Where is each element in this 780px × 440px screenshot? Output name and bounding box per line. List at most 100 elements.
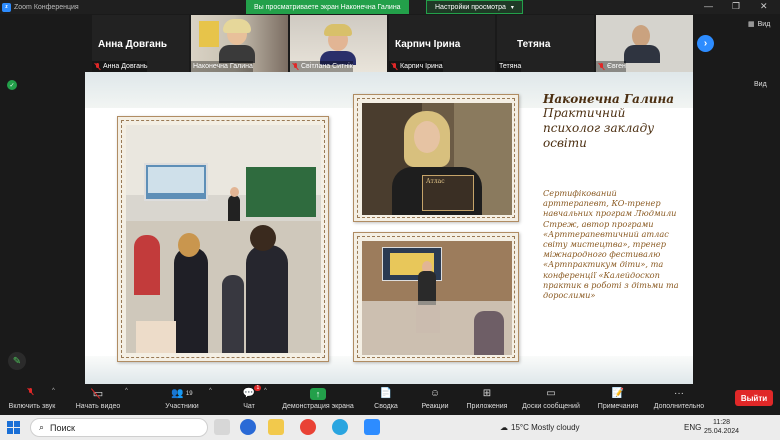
student-head xyxy=(178,233,200,257)
participant-hair xyxy=(223,19,251,33)
participant-tile-video[interactable]: Євген xyxy=(596,15,693,72)
reactions-button-label: Реакции xyxy=(421,403,449,410)
view-button[interactable]: ▦ Вид xyxy=(748,20,771,29)
summary-button[interactable]: 📄 Сводка xyxy=(370,386,402,410)
participants-count: 19 xyxy=(185,390,193,397)
participant-tile-video[interactable]: Світлана Ситнік xyxy=(290,15,387,72)
grid-icon: ▦ xyxy=(748,21,755,28)
chat-button-label: Чат xyxy=(243,403,255,410)
apps-button[interactable]: ⊞ Приложения xyxy=(463,386,511,410)
participant-label-text: Анна Довгань xyxy=(103,63,148,70)
zoom-window: z Zoom Конференция Вы просматриваете экр… xyxy=(0,0,780,440)
student-figure xyxy=(134,235,160,295)
video-off-icon: ▭ xyxy=(90,386,103,401)
reactions-icon: ☺ xyxy=(429,388,441,399)
chevron-up-icon[interactable]: ^ xyxy=(209,388,212,394)
annotate-pencil-icon[interactable]: ✎ xyxy=(8,352,26,370)
student-figure xyxy=(222,275,244,353)
windows-start-icon[interactable] xyxy=(7,421,20,434)
chrome-icon[interactable] xyxy=(300,419,316,435)
participant-tile[interactable]: Карпич Ірина Карпич Ірина xyxy=(389,15,495,72)
participants-button-label: Участники xyxy=(165,403,199,410)
participant-gallery: Анна Довгань Анна Довгань Наконечна Гали… xyxy=(92,15,693,72)
summary-icon: 📄 xyxy=(379,388,393,399)
mic-muted-icon xyxy=(27,386,37,401)
view-button-label: Вид xyxy=(757,20,771,28)
share-screen-button[interactable]: ↑ Демонстрация экрана xyxy=(280,386,356,410)
presentation-photo-frame xyxy=(353,232,519,362)
participant-label: Наконечна Галина xyxy=(191,61,253,72)
chat-icon: 💬 1 xyxy=(242,385,262,399)
unmute-button-label: Включить звук xyxy=(8,403,56,410)
windows-taskbar: ⌕ Поиск ☁ 15°C Mostly cloudy ENG 11:28 2… xyxy=(0,415,780,440)
view-options-dropdown[interactable]: Настройки просмотра ▾ xyxy=(426,0,523,14)
mic-muted-icon xyxy=(598,63,605,70)
mic-muted-icon xyxy=(292,63,299,70)
taskbar-search-placeholder: Поиск xyxy=(50,422,75,433)
share-screen-icon: ↑ xyxy=(310,386,326,401)
chevron-up-icon[interactable]: ^ xyxy=(264,388,267,394)
leave-meeting-button[interactable]: Выйти xyxy=(735,390,773,406)
gallery-next-icon[interactable]: › xyxy=(697,35,714,52)
presentation-photo xyxy=(362,241,512,355)
more-button-label: Дополнительно xyxy=(653,403,705,410)
notes-button[interactable]: 📝 Примечания xyxy=(595,386,641,410)
chat-button[interactable]: 💬 1 Чат xyxy=(238,385,262,410)
participant-label-text: Наконечна Галина xyxy=(193,63,253,70)
portrait-face xyxy=(414,121,440,153)
language-indicator[interactable]: ENG xyxy=(684,415,701,440)
telegram-icon[interactable] xyxy=(332,419,348,435)
copilot-icon[interactable] xyxy=(240,419,256,435)
student-figure xyxy=(246,245,288,353)
participant-tile[interactable]: Тетяна Тетяна xyxy=(497,15,594,72)
search-icon: ⌕ xyxy=(39,422,45,432)
participant-name-large: Карпич Ірина xyxy=(395,39,461,50)
participant-name-large: Анна Довгань xyxy=(98,39,168,50)
participant-label-text: Євген xyxy=(607,63,626,70)
participant-label: Карпич Ірина xyxy=(389,61,443,72)
app-title: Zoom Конференция xyxy=(14,3,79,11)
file-explorer-icon[interactable] xyxy=(268,419,284,435)
student-head xyxy=(250,225,276,251)
participant-tile[interactable]: Анна Довгань Анна Довгань xyxy=(92,15,189,72)
chevron-up-icon[interactable]: ^ xyxy=(52,388,55,394)
close-icon[interactable]: ✕ xyxy=(760,1,768,12)
minimize-icon[interactable]: — xyxy=(704,1,713,11)
taskbar-clock[interactable]: 11:28 25.04.2024 xyxy=(704,418,739,436)
wall-poster xyxy=(199,21,219,47)
task-view-icon[interactable] xyxy=(214,419,230,435)
weather-text: 15°C Mostly cloudy xyxy=(511,423,580,432)
participants-button[interactable]: 👥 19 Участники xyxy=(162,386,202,410)
zoom-taskbar-icon[interactable] xyxy=(364,419,380,435)
reactions-button[interactable]: ☺ Реакции xyxy=(418,386,452,410)
portrait-photo-frame: Атлас xyxy=(353,94,519,222)
maximize-icon[interactable]: ❐ xyxy=(732,1,740,12)
portrait-photo: Атлас xyxy=(362,103,512,215)
boards-icon: ▭ xyxy=(546,388,556,399)
unmute-button[interactable]: Включить звук xyxy=(6,386,58,410)
meeting-toolbar: Включить звук ^ ▭ Начать видео ^ 👥 19 Уча… xyxy=(0,384,780,415)
chevron-down-icon: ▾ xyxy=(510,4,514,11)
more-button[interactable]: ··· Дополнительно xyxy=(650,386,708,410)
participant-tile-video[interactable]: Наконечна Галина xyxy=(191,15,288,72)
participant-hair xyxy=(324,24,352,36)
participant-label: Тетяна xyxy=(497,61,522,72)
participant-label-text: Карпич Ірина xyxy=(400,63,443,70)
boards-button[interactable]: ▭ Доски сообщений xyxy=(518,386,584,410)
student-figure xyxy=(174,247,208,353)
participant-name-large: Тетяна xyxy=(517,39,551,50)
security-shield-icon[interactable]: ✓ xyxy=(7,80,17,90)
share-banner: Вы просматриваете экран Наконечна Галина xyxy=(246,0,409,14)
participant-label: Світлана Ситнік xyxy=(290,61,353,72)
teacher-face xyxy=(230,187,239,197)
classroom-photo xyxy=(126,125,321,353)
participant-label-text: Тетяна xyxy=(499,63,522,70)
view-button-secondary[interactable]: Вид xyxy=(754,81,767,88)
start-video-button[interactable]: ▭ Начать видео xyxy=(74,386,122,410)
taskbar-search[interactable]: ⌕ Поиск xyxy=(30,418,208,437)
participants-icon: 👥 19 xyxy=(171,388,193,399)
chat-badge: 1 xyxy=(254,385,262,391)
summary-button-label: Сводка xyxy=(374,403,398,410)
chevron-up-icon[interactable]: ^ xyxy=(125,388,128,394)
weather-widget[interactable]: ☁ 15°C Mostly cloudy xyxy=(500,415,580,440)
